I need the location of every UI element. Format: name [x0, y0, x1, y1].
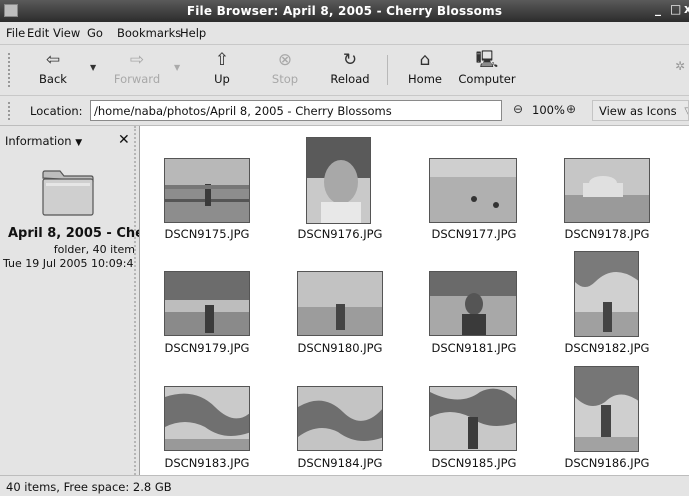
back-button[interactable]: ⇦ Back: [36, 49, 70, 86]
file-icon[interactable]: DSCN9176.JPG: [273, 126, 407, 246]
toolbar-separator: [387, 55, 388, 85]
photo-thumbnail: [306, 137, 371, 224]
dropdown-arrow-icon: ▼: [75, 138, 83, 148]
menu-file[interactable]: File: [6, 26, 25, 40]
file-icon[interactable]: DSCN9179.JPG: [140, 246, 274, 358]
home-button[interactable]: ⌂ Home: [407, 49, 443, 86]
view-as-label: View as Icons: [599, 104, 677, 118]
window-title: File Browser: April 8, 2005 - Cherry Blo…: [186, 4, 503, 18]
zoom-in-button[interactable]: ⊕: [566, 102, 576, 116]
sidebar-selector[interactable]: Information ▼: [5, 134, 82, 148]
photo-thumbnail: [429, 386, 517, 451]
sidebar: Information ▼ ✕ April 8, 2005 - Che fold…: [0, 126, 140, 475]
menu-bar: File Edit View Go Bookmarks Help: [0, 22, 689, 44]
up-button[interactable]: ⇧ Up: [210, 49, 234, 86]
computer-button[interactable]: 🖳 Computer: [457, 49, 517, 86]
status-bar: 40 items, Free space: 2.8 GB: [0, 475, 689, 496]
photo-thumbnail: [429, 158, 517, 223]
dropdown-arrow-icon: ▼: [174, 63, 181, 72]
view-as-selector[interactable]: View as Icons ▽: [592, 100, 689, 121]
photo-thumbnail: [164, 271, 250, 336]
file-icon[interactable]: DSCN9183.JPG: [140, 358, 274, 475]
minimize-button[interactable]: _: [655, 2, 661, 16]
zoom-level[interactable]: 100%: [532, 103, 565, 117]
folder-modified: Tue 19 Jul 2005 10:09:4: [3, 257, 134, 270]
photo-thumbnail: [429, 271, 517, 336]
throbber-icon: ✲: [674, 59, 686, 73]
file-icon[interactable]: DSCN9184.JPG: [273, 358, 407, 475]
file-icon[interactable]: DSCN9175.JPG: [140, 126, 274, 246]
up-arrow-icon: ⇧: [214, 50, 230, 70]
home-icon: ⌂: [419, 50, 431, 70]
file-icon[interactable]: DSCN9180.JPG: [273, 246, 407, 358]
menu-bookmarks[interactable]: Bookmarks: [117, 26, 181, 40]
reload-button[interactable]: ↻ Reload: [330, 49, 370, 86]
file-icon[interactable]: DSCN9181.JPG: [407, 246, 541, 358]
menu-help[interactable]: Help: [180, 26, 206, 40]
file-name: DSCN9180.JPG: [297, 341, 383, 355]
file-name: DSCN9186.JPG: [564, 456, 650, 470]
file-name: DSCN9183.JPG: [164, 456, 250, 470]
icon-view: DSCN9175.JPG DSCN9176.JPG DSCN9177.JPG D…: [140, 126, 689, 475]
photo-thumbnail: [297, 271, 383, 336]
close-sidebar-button[interactable]: ✕: [118, 132, 130, 148]
file-name: DSCN9175.JPG: [164, 227, 250, 241]
stop-button[interactable]: ⊗ Stop: [270, 49, 300, 86]
forward-arrow-icon: ⇨: [129, 50, 145, 70]
file-name: DSCN9179.JPG: [164, 341, 250, 355]
photo-thumbnail: [574, 251, 639, 337]
folder-info: folder, 40 item: [53, 243, 135, 256]
menu-edit[interactable]: Edit: [27, 26, 49, 40]
file-name: DSCN9178.JPG: [564, 227, 650, 241]
toolbar-grip[interactable]: [8, 53, 11, 87]
file-icon[interactable]: DSCN9185.JPG: [407, 358, 541, 475]
toolbar: ⇦ Back ▼ ⇨ Forward ▼ ⇧ Up ⊗ Stop ↻ Reloa…: [0, 44, 689, 96]
sidebar-selector-label: Information: [5, 134, 72, 148]
folder-name: April 8, 2005 - Che: [8, 226, 140, 241]
close-window-button[interactable]: x: [684, 2, 689, 16]
location-input[interactable]: /home/naba/photos/April 8, 2005 - Cherry…: [90, 100, 502, 121]
photo-thumbnail: [574, 366, 639, 452]
computer-icon: 🖳: [475, 50, 499, 70]
maximize-button[interactable]: □: [670, 2, 681, 16]
zoom-out-button[interactable]: ⊖: [513, 102, 523, 116]
dropdown-arrow-icon: ▽: [684, 104, 688, 118]
location-bar-grip[interactable]: [8, 102, 11, 120]
photo-thumbnail: [297, 386, 383, 451]
file-name: DSCN9177.JPG: [431, 227, 517, 241]
file-icon[interactable]: DSCN9178.JPG: [540, 126, 674, 246]
back-arrow-icon: ⇦: [45, 50, 61, 70]
folder-icon: [42, 170, 94, 216]
file-name: DSCN9181.JPG: [431, 341, 517, 355]
menu-go[interactable]: Go: [87, 26, 103, 40]
file-icon[interactable]: DSCN9186.JPG: [540, 358, 674, 475]
dropdown-arrow-icon: ▼: [90, 63, 97, 72]
file-name: DSCN9182.JPG: [564, 341, 650, 355]
file-name: DSCN9185.JPG: [431, 456, 517, 470]
title-bar: File Browser: April 8, 2005 - Cherry Blo…: [0, 0, 689, 22]
menu-view[interactable]: View: [53, 26, 80, 40]
file-icon[interactable]: DSCN9182.JPG: [540, 246, 674, 358]
location-bar: Location: /home/naba/photos/April 8, 200…: [0, 96, 689, 126]
file-name: DSCN9176.JPG: [297, 227, 383, 241]
photo-thumbnail: [564, 158, 650, 223]
sidebar-resize-handle[interactable]: [134, 126, 137, 475]
stop-icon: ⊗: [277, 50, 293, 70]
file-icon[interactable]: DSCN9177.JPG: [407, 126, 541, 246]
location-label: Location:: [30, 104, 83, 118]
forward-button[interactable]: ⇨ Forward: [112, 49, 162, 86]
reload-icon: ↻: [342, 50, 358, 70]
status-text: 40 items, Free space: 2.8 GB: [6, 480, 172, 494]
file-name: DSCN9184.JPG: [297, 456, 383, 470]
photo-thumbnail: [164, 158, 250, 223]
photo-thumbnail: [164, 386, 250, 451]
